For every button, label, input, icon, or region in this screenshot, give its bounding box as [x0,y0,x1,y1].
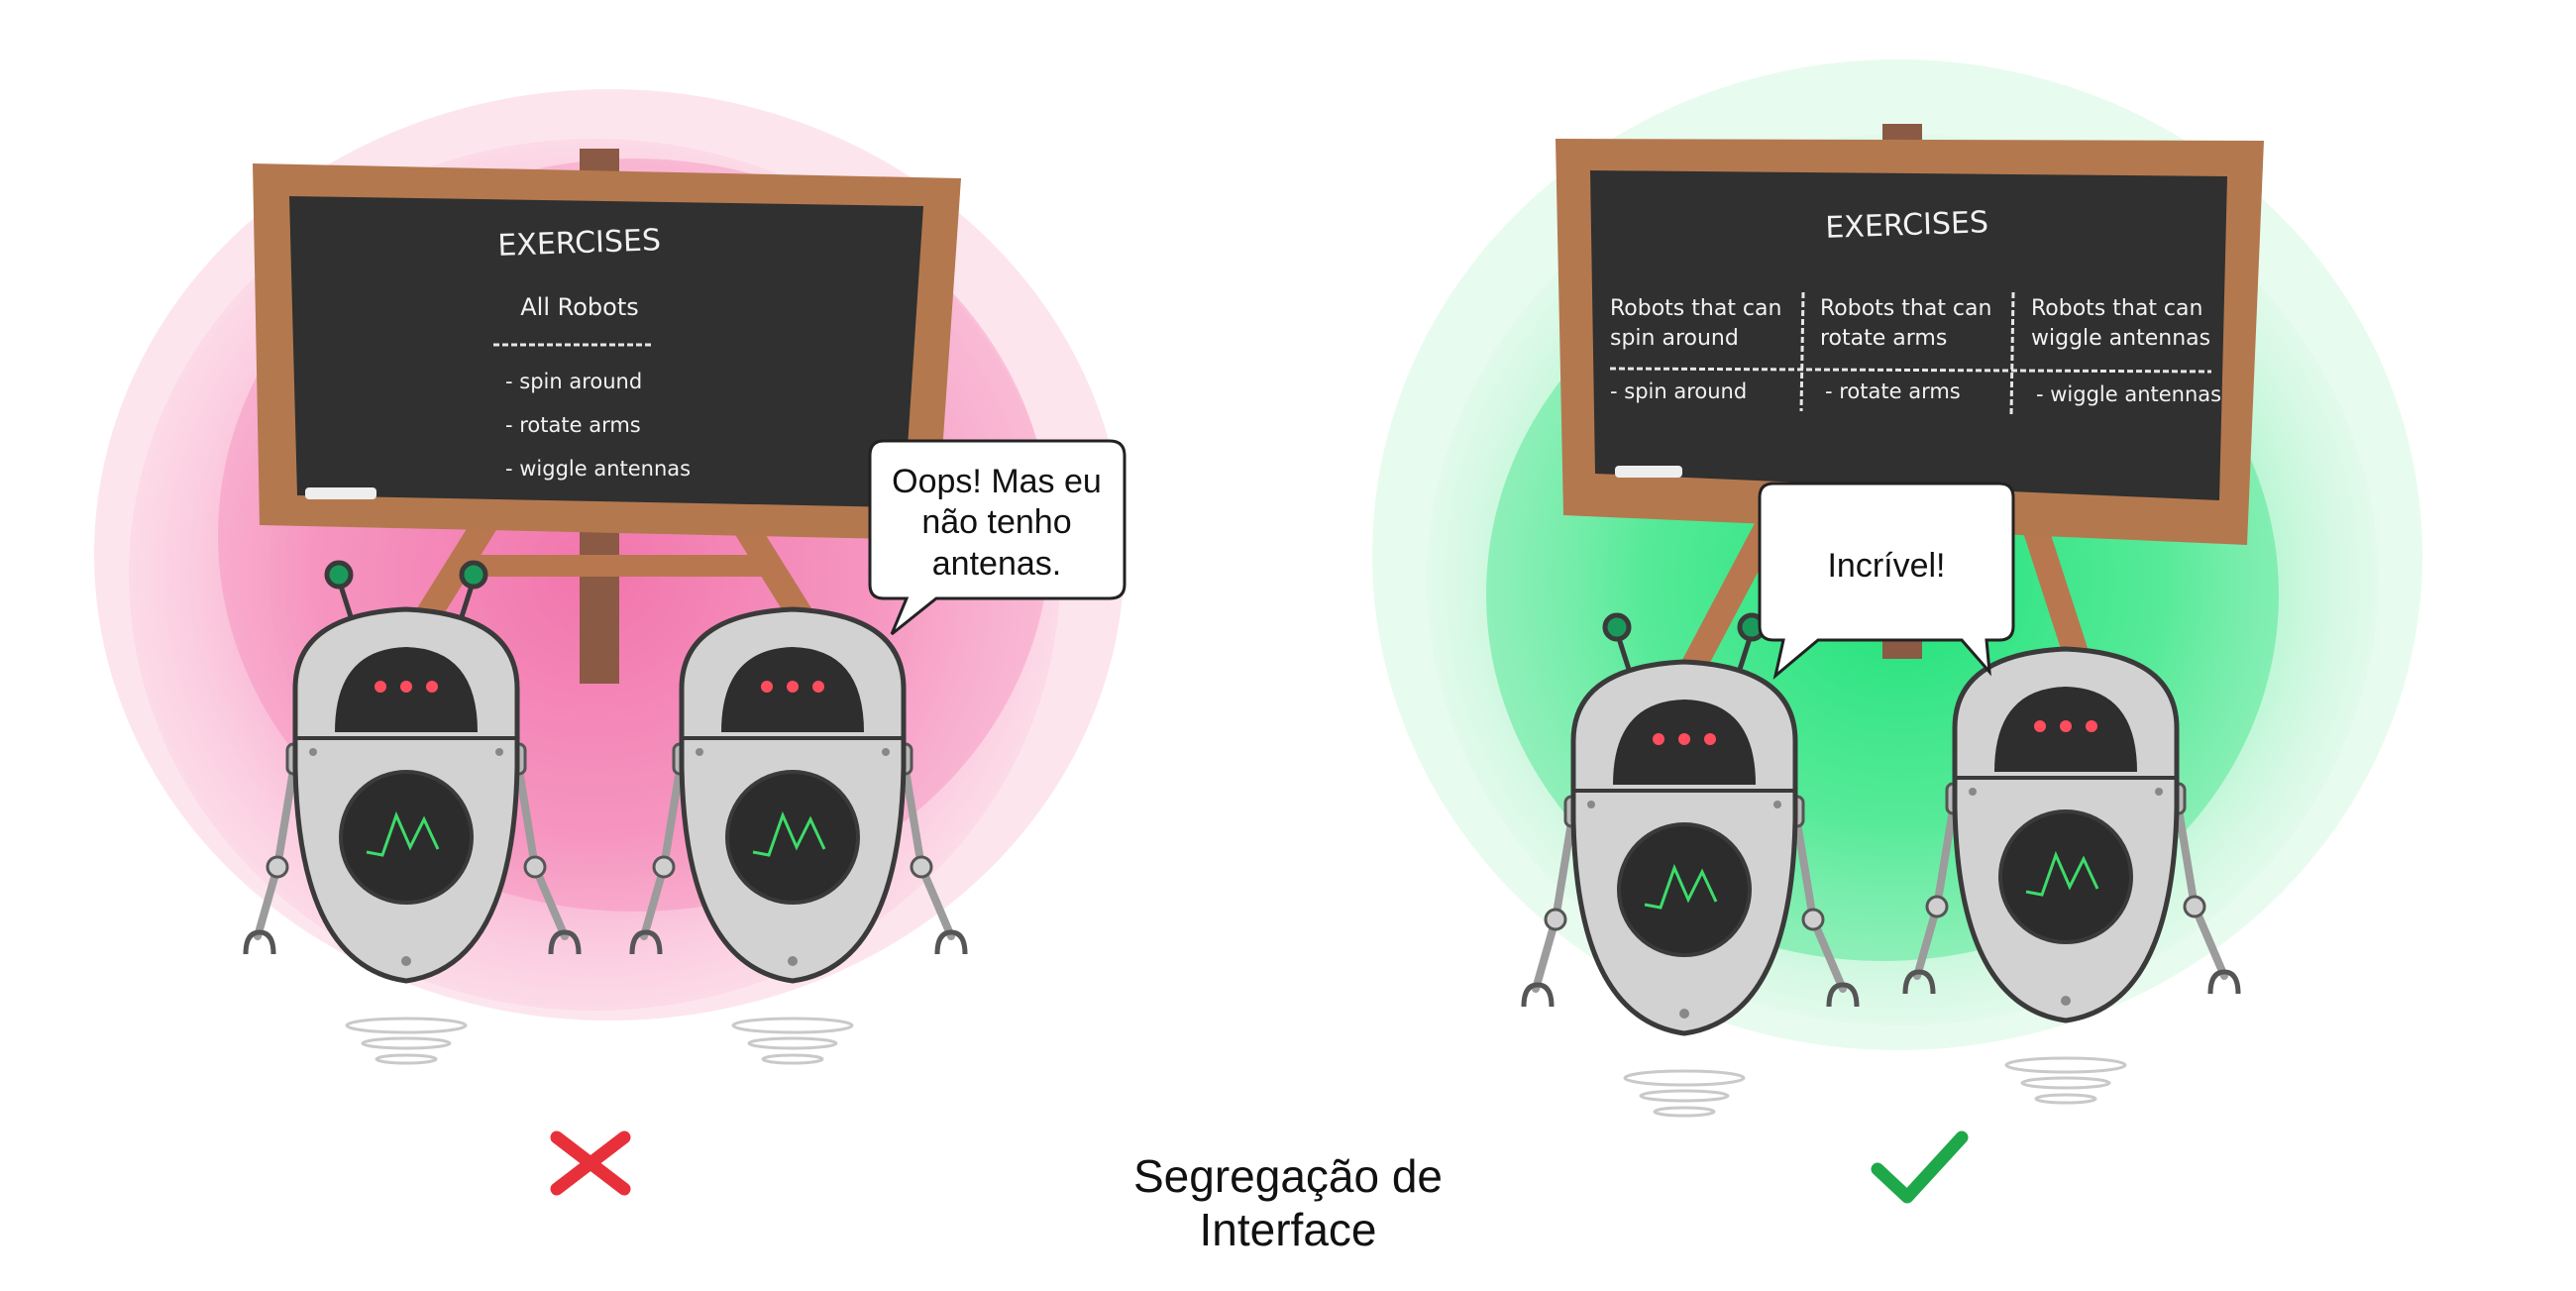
right-panel: EXERCISES Robots that can spin around Ro… [1372,59,2422,1204]
column-item: - spin around [1610,379,1747,403]
column-header: Robots that can [2031,296,2202,321]
column-header: spin around [1610,326,1739,351]
column-header: wiggle antennas [2031,326,2210,351]
column-header: Robots that can [1610,296,1781,321]
speech-line: antenas. [932,545,1061,583]
column-item: - wiggle antennas [2036,382,2221,406]
board-title: EXERCISES [497,223,662,264]
board-subtitle: All Robots [520,293,639,321]
checkmark-icon [1871,1130,1969,1204]
speech-line: Oops! Mas eu [892,463,1102,500]
column-header: rotate arms [1820,326,1947,351]
board-item: - rotate arms [505,413,641,437]
left-panel: EXERCISES All Robots - spin around - rot… [94,89,1127,1196]
chalkboard-left: EXERCISES All Robots - spin around - rot… [253,163,961,540]
column-item: - rotate arms [1825,379,1961,403]
speech-line: Incrível! [1827,547,1945,585]
board-item: - wiggle antennas [505,457,691,481]
column-header: Robots that can [1820,296,1991,321]
board-item: - spin around [505,370,642,393]
board-title: EXERCISES [1825,205,1989,246]
speech-line: não tenho [921,503,1071,541]
caption: Segregação de Interface [1132,1150,1444,1255]
cross-icon [550,1130,631,1196]
